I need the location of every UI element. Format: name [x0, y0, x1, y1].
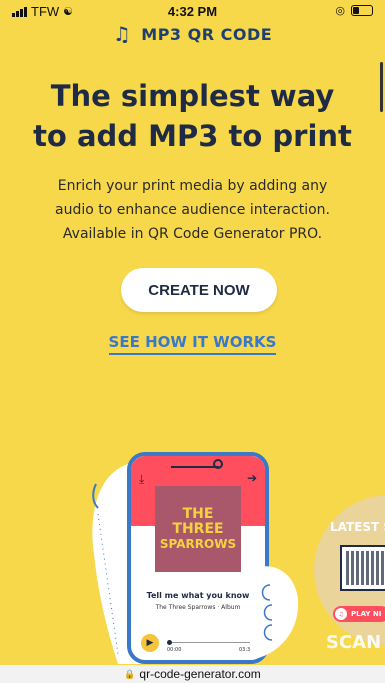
subtext-line-3: Available in QR Code Generator PRO. [62, 226, 323, 242]
battery-icon [351, 5, 373, 16]
headline-line-1: The simplest way [50, 79, 335, 113]
play-icon: ▶ [141, 634, 159, 652]
music-note-icon: ♫ [335, 608, 347, 620]
album-title-line-2: SPARROWS [159, 537, 237, 551]
progress-bar [167, 640, 255, 645]
badge-text: LATEST SI [330, 520, 385, 534]
right-hand-illustration [250, 566, 299, 660]
see-how-it-works-link[interactable]: SEE HOW IT WORKS [0, 333, 385, 355]
album-title-line-1: THE THREE [172, 506, 224, 537]
orientation-lock-icon: ◎ [335, 5, 345, 17]
song-title: Tell me what you know [146, 591, 250, 600]
hero-illustration: ⤓ ➔ THE THREE SPARROWS Tell me what you … [0, 440, 385, 665]
qr-pattern [346, 551, 384, 585]
status-bar: TFW ☯ 4:32 PM ◎ [0, 0, 385, 22]
play-now-badge: ♫ PLAY NI [333, 606, 385, 622]
subtext-line-1: Enrich your print media by adding any [57, 178, 328, 194]
scan-text: SCAN N [326, 632, 385, 653]
music-note-icon: ♫ [112, 22, 132, 46]
brand-name: MP3 QR CODE [141, 24, 273, 44]
subtext-line-2: audio to enhance audience interaction. [55, 202, 330, 218]
album-cover: THE THREE SPARROWS [155, 486, 241, 572]
phone-mockup: ⤓ ➔ THE THREE SPARROWS Tell me what you … [127, 452, 269, 664]
song-subtitle: The Three Sparrows · Album [155, 604, 241, 611]
page-headline: The simplest way to add MP3 to print [0, 76, 385, 156]
brand-header[interactable]: ♫ MP3 QR CODE [0, 22, 385, 46]
create-now-button[interactable]: CREATE NOW [121, 268, 277, 312]
status-time: 4:32 PM [167, 4, 218, 19]
time-start: 00:00 [167, 647, 182, 653]
phone-notch [171, 459, 223, 469]
see-how-it-works-label: SEE HOW IT WORKS [108, 333, 277, 355]
status-right: ◎ [335, 4, 373, 17]
url-text: qr-code-generator.com [139, 667, 261, 681]
download-icon: ⤓ [139, 472, 145, 486]
play-now-label: PLAY NI [351, 610, 382, 618]
browser-url-bar[interactable]: 🔒 qr-code-generator.com [0, 665, 385, 683]
lock-icon: 🔒 [124, 668, 136, 679]
hero-subtext: Enrich your print media by adding any au… [20, 174, 365, 246]
qr-code-icon [340, 545, 385, 591]
share-icon: ➔ [246, 471, 257, 485]
headline-line-2: to add MP3 to print [33, 119, 352, 153]
progress-handle [167, 640, 172, 645]
